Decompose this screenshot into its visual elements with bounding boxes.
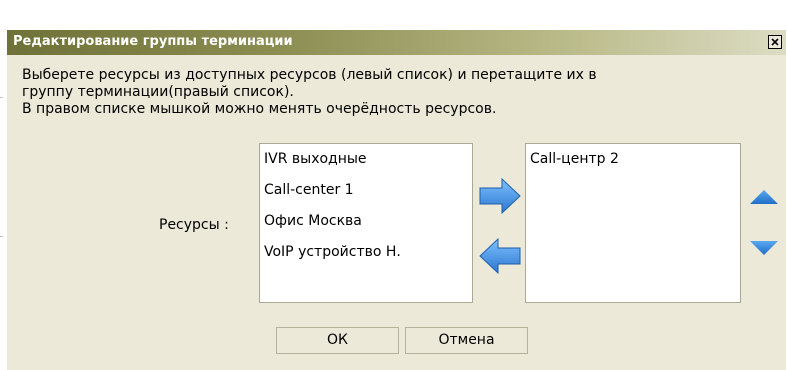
- instruction-line-2: группу терминации(правый список).: [22, 84, 294, 100]
- list-item[interactable]: Call-центр 2: [526, 144, 740, 175]
- close-icon: [771, 38, 779, 46]
- list-item[interactable]: IVR выходные: [260, 144, 472, 175]
- close-button[interactable]: [768, 35, 782, 49]
- edge-mark: [0, 236, 3, 237]
- available-resources-list[interactable]: IVR выходные Call-center 1 Офис Москва V…: [259, 143, 473, 303]
- list-item[interactable]: VoIP устройство Н.: [260, 237, 472, 268]
- dialog-title: Редактирование группы терминации: [13, 34, 293, 49]
- triangle-up-icon: [750, 190, 778, 204]
- resources-label: Ресурсы :: [159, 217, 229, 233]
- instruction-line-3: В правом списке мышкой можно менять очер…: [22, 101, 497, 117]
- list-item[interactable]: Офис Москва: [260, 206, 472, 237]
- edit-termination-group-dialog: Редактирование группы терминации Выберет…: [7, 30, 786, 370]
- instructions-text: Выберете ресурсы из доступных ресурсов (…: [22, 67, 782, 118]
- move-to-group-button[interactable]: [478, 177, 522, 219]
- cancel-button[interactable]: Отмена: [405, 327, 528, 354]
- ok-button[interactable]: ОК: [276, 327, 399, 354]
- move-down-button[interactable]: [749, 240, 779, 260]
- move-up-button[interactable]: [749, 189, 779, 209]
- list-item[interactable]: Call-center 1: [260, 175, 472, 206]
- move-to-available-button[interactable]: [478, 237, 522, 279]
- page: Редактирование группы терминации Выберет…: [0, 0, 787, 370]
- termination-group-list[interactable]: Call-центр 2: [525, 143, 741, 303]
- arrow-left-icon: [479, 237, 521, 275]
- arrow-right-icon: [479, 177, 521, 215]
- edge-mark: [0, 97, 3, 98]
- instruction-line-1: Выберете ресурсы из доступных ресурсов (…: [22, 67, 597, 83]
- triangle-down-icon: [750, 241, 778, 255]
- dialog-titlebar[interactable]: Редактирование группы терминации: [7, 30, 786, 55]
